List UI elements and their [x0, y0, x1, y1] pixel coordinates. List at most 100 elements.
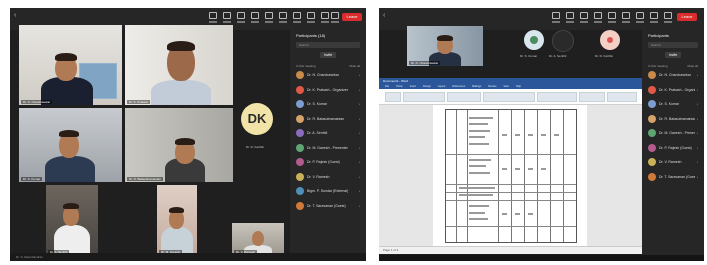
- mic-icon[interactable]: [663, 12, 672, 24]
- ribbon-group[interactable]: [403, 92, 445, 102]
- cell-text: [459, 194, 493, 197]
- participant-row[interactable]: Dr. T. Saravanan (Guest) •: [296, 201, 360, 210]
- participant-row[interactable]: Dr. T. Saravanan (Guest) •: [648, 172, 698, 181]
- search-input[interactable]: Search: [296, 42, 360, 48]
- leave-button[interactable]: Leave: [677, 13, 697, 21]
- participant-row[interactable]: Bigm. P. Sundar (External) •: [296, 187, 360, 195]
- participant-row[interactable]: Dr. V. Ramesh •: [648, 158, 698, 166]
- mic-icon[interactable]: •: [359, 73, 360, 77]
- invite-button[interactable]: Invite: [319, 51, 337, 58]
- mic-icon[interactable]: •: [359, 88, 360, 92]
- participant-row[interactable]: Dr. R. Balasubramanian •: [648, 114, 698, 123]
- participant-row[interactable]: Dr. M. Ganesh - Presenter•: [296, 143, 360, 152]
- ribbon-group[interactable]: [385, 92, 401, 102]
- leave-button[interactable]: Leave: [342, 13, 362, 21]
- more-icon[interactable]: [635, 12, 644, 24]
- chat-icon[interactable]: [565, 12, 574, 24]
- mic-icon[interactable]: •: [359, 131, 360, 135]
- participant-row[interactable]: Dr. P. Rajesh (Guest) •: [296, 158, 360, 166]
- ribbon-group[interactable]: [447, 92, 481, 102]
- camera-icon[interactable]: [649, 12, 658, 24]
- raise-hand-icon[interactable]: [250, 12, 259, 24]
- view-icon[interactable]: [278, 12, 287, 24]
- participant-row[interactable]: Dr. K. Prakash - Organizer•: [648, 85, 698, 94]
- raise-hand-icon[interactable]: [593, 12, 602, 24]
- participant-row[interactable]: Dr. K. Prakash - Organizer•: [296, 85, 360, 94]
- video-tile[interactable]: Dr. N. Chandrasekar: [19, 25, 122, 105]
- participant-row[interactable]: Dr. P. Rajesh (Guest) •: [648, 143, 698, 152]
- participant-body: [45, 156, 95, 182]
- participant-hair: [63, 203, 79, 209]
- participant-initials-avatar[interactable]: DK: [241, 103, 273, 135]
- ribbon-group[interactable]: [537, 92, 577, 102]
- invite-button[interactable]: Invite: [664, 51, 682, 58]
- mic-icon[interactable]: •: [697, 117, 698, 121]
- mic-icon[interactable]: •: [359, 117, 360, 121]
- mute-all-button[interactable]: Mute all: [349, 64, 360, 68]
- word-page[interactable]: [433, 105, 587, 247]
- video-tile[interactable]: Dr. S. Kumar: [19, 108, 122, 182]
- participant-row[interactable]: Dr. V. Ramesh •: [296, 172, 360, 181]
- mic-icon[interactable]: •: [359, 189, 360, 193]
- ribbon-group[interactable]: [607, 92, 637, 102]
- avatar: [296, 172, 304, 181]
- participant-row[interactable]: Dr. A. Senthil •: [296, 129, 360, 137]
- cell-text: [501, 212, 508, 215]
- video-tile[interactable]: Dr. N. Chandrasekar: [407, 26, 483, 66]
- participant-head: [252, 231, 264, 246]
- video-tile[interactable]: Dr. M. Ganesh: [157, 185, 197, 255]
- view-icon[interactable]: [621, 12, 630, 24]
- video-tile[interactable]: Dr. K. Prakash: [125, 25, 233, 105]
- participant-avatar[interactable]: [552, 30, 574, 52]
- mic-icon[interactable]: [320, 12, 329, 24]
- timer-icon[interactable]: [551, 12, 560, 24]
- table-line: [466, 110, 468, 242]
- back-icon[interactable]: ‹: [383, 12, 385, 19]
- mic-icon[interactable]: •: [359, 204, 360, 208]
- shared-word-window[interactable]: Document1 - Word File Home Insert Design Lay…: [379, 78, 642, 254]
- mic-icon[interactable]: •: [697, 131, 698, 135]
- mic-icon[interactable]: •: [359, 146, 360, 150]
- video-tile[interactable]: Dr. A. Senthil: [46, 185, 98, 255]
- back-icon[interactable]: ‹: [14, 12, 16, 19]
- participant-row[interactable]: Dr. S. Kumar •: [648, 100, 698, 108]
- mic-icon[interactable]: •: [697, 73, 698, 77]
- cell-text: [469, 116, 493, 119]
- video-tile[interactable]: Dr. R. Balasubramanian: [125, 108, 233, 182]
- mic-icon[interactable]: •: [697, 160, 698, 164]
- share-icon[interactable]: [330, 12, 339, 24]
- reactions-icon[interactable]: [607, 12, 616, 24]
- participant-name: Bigm. P. Sundar (External): [307, 189, 349, 193]
- more-icon[interactable]: [292, 12, 301, 24]
- participant-row[interactable]: Dr. S. Kumar •: [296, 100, 360, 108]
- mic-icon[interactable]: •: [697, 102, 698, 106]
- participant-row[interactable]: Dr. N. Chandrasekar •: [296, 71, 360, 79]
- camera-icon[interactable]: [306, 12, 315, 24]
- participant-row[interactable]: Dr. M. Ganesh - Presenter•: [648, 129, 698, 137]
- section-label: In this meeting: [648, 64, 668, 68]
- people-icon[interactable]: [236, 12, 245, 24]
- mic-icon[interactable]: •: [359, 175, 360, 179]
- mic-icon[interactable]: •: [697, 146, 698, 150]
- taskbar: [379, 255, 704, 261]
- participant-row[interactable]: Dr. N. Chandrasekar •: [648, 71, 698, 79]
- mic-icon[interactable]: •: [697, 175, 698, 179]
- ribbon-group[interactable]: [483, 92, 535, 102]
- mic-icon[interactable]: •: [697, 88, 698, 92]
- participant-row[interactable]: Dr. R. Balasubramanian •: [296, 114, 360, 123]
- participant-name: Dr. P. Rajesh (Guest): [659, 145, 692, 150]
- search-input[interactable]: Search: [648, 42, 698, 48]
- cell-text: [527, 133, 534, 136]
- mic-icon[interactable]: •: [359, 160, 360, 164]
- participant-name: Dr. T. Saravanan (Guest): [307, 203, 346, 208]
- video-tile[interactable]: Dr. V. Ramesh: [232, 223, 284, 255]
- people-icon[interactable]: [579, 12, 588, 24]
- chat-icon[interactable]: [222, 12, 231, 24]
- mute-all-button[interactable]: Mute all: [687, 64, 698, 68]
- mic-icon[interactable]: •: [359, 102, 360, 106]
- ribbon-group[interactable]: [579, 92, 605, 102]
- table-line: [563, 110, 564, 242]
- reactions-icon[interactable]: [264, 12, 273, 24]
- timer-icon[interactable]: [208, 12, 217, 24]
- participant-hair: [437, 35, 453, 41]
